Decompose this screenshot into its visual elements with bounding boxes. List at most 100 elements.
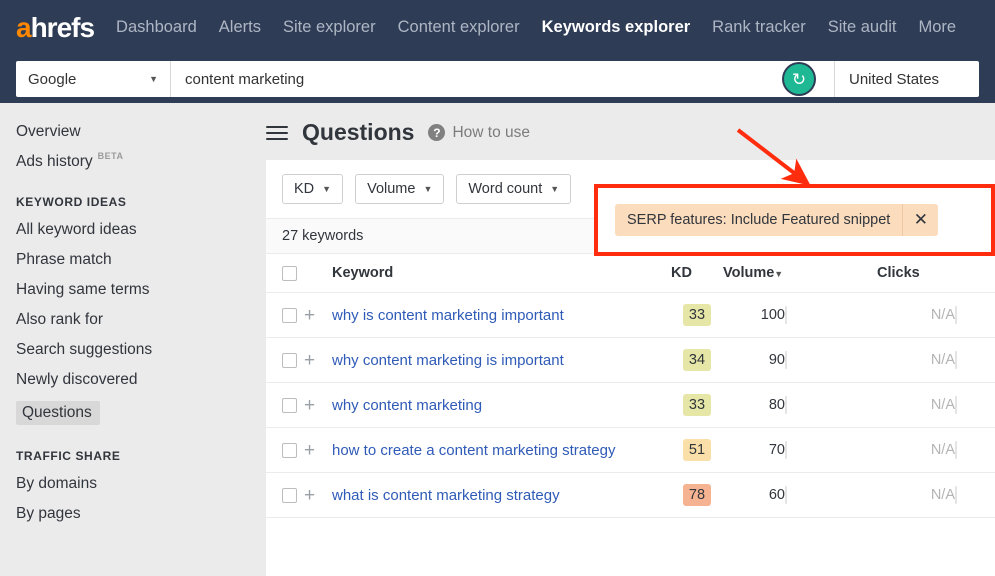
nav-item-dashboard[interactable]: Dashboard [116,18,197,37]
row-checkbox[interactable] [282,352,297,368]
sidebar-group-traffic-share: TRAFFIC SHARE [16,449,121,463]
row-kd-cell: 78 [671,472,723,518]
sidebar-item-phrase-match[interactable]: Phrase match [0,245,250,275]
sidebar-item-search-suggestions[interactable]: Search suggestions [0,335,250,365]
filter-volume-button[interactable]: Volume ▼ [355,174,445,204]
row-checkbox[interactable] [282,442,297,458]
plus-icon[interactable]: + [304,350,315,371]
clicks-bar [955,396,957,414]
sidebar-item-by-domains[interactable]: By domains [0,469,250,499]
clicks-bar [955,351,957,369]
keyword-link[interactable]: why content marketing [332,397,482,414]
row-clicks-cell: N/A [877,427,955,473]
volume-bar [785,351,787,369]
sidebar-item-all-keyword-ideas[interactable]: All keyword ideas [0,215,250,245]
hamburger-icon[interactable] [266,125,288,140]
serp-features-chip-label[interactable]: SERP features: Include Featured snippet [615,204,902,236]
clicks-bar [955,441,957,459]
row-clicks-cell: N/A [877,337,955,383]
row-keyword-cell: why content marketing is important [332,337,671,383]
sidebar-item-questions[interactable]: Questions [16,401,100,425]
search-input-wrap[interactable]: content marketing ↻ [171,61,834,97]
sidebar-item-label: Newly discovered [16,371,138,388]
beta-badge: BETA [97,151,124,161]
row-volume-cell: 70 [723,427,785,473]
row-checkbox[interactable] [282,397,297,413]
table-row[interactable]: + why is content marketing important 33 … [266,292,995,338]
row-expand-cell: + [304,427,332,473]
row-expand-cell: + [304,382,332,428]
sidebar-item-ads-history[interactable]: Ads history BETA [0,147,250,177]
how-to-use-link[interactable]: ? How to use [428,124,530,142]
plus-icon[interactable]: + [304,440,315,461]
row-checkbox[interactable] [282,307,297,323]
filter-label: Volume [367,181,416,197]
sidebar-item-label: All keyword ideas [16,221,137,238]
column-header-kd[interactable]: KD [671,254,723,293]
sidebar-item-label: Having same terms [16,281,150,298]
keyword-link[interactable]: why is content marketing important [332,307,564,324]
keyword-link[interactable]: what is content marketing strategy [332,487,560,504]
keyword-link[interactable]: how to create a content marketing strate… [332,442,615,459]
search-shell: Google ▼ content marketing ↻ United Stat… [16,61,979,97]
ahrefs-logo[interactable]: a hrefs [16,12,95,44]
refresh-icon[interactable]: ↻ [784,64,814,94]
sidebar-item-newly-discovered[interactable]: Newly discovered [0,365,250,395]
row-select-cell [266,472,304,518]
row-checkbox[interactable] [282,487,297,503]
kd-badge: 78 [682,484,712,506]
row-expand-cell: + [304,472,332,518]
table-row[interactable]: + what is content marketing strategy 78 … [266,472,995,518]
sidebar-item-overview[interactable]: Overview [0,117,250,147]
country-select[interactable]: United States [834,61,979,97]
select-all-checkbox[interactable] [282,265,297,281]
column-header-volume-label: Volume [723,265,775,281]
search-input[interactable]: content marketing [185,71,304,88]
row-select-cell [266,292,304,338]
keyword-link[interactable]: why content marketing is important [332,352,564,369]
question-mark-icon: ? [428,124,446,141]
plus-icon[interactable]: + [304,395,315,416]
table-header-row: Keyword KD Volume▼ Clicks [266,254,995,293]
search-engine-select[interactable]: Google ▼ [16,61,171,97]
nav-item-rank-tracker[interactable]: Rank tracker [712,18,806,37]
filter-kd-button[interactable]: KD ▼ [282,174,344,204]
plus-icon[interactable]: + [304,485,315,506]
row-volume-cell: 100 [723,292,785,338]
table-row[interactable]: + how to create a content marketing stra… [266,427,995,473]
row-volume-cell: 60 [723,472,785,518]
sidebar-item-having-same-terms[interactable]: Having same terms [0,275,250,305]
sidebar-item-by-pages[interactable]: By pages [0,499,250,529]
sort-descending-icon: ▼ [774,269,784,279]
nav-item-site-explorer[interactable]: Site explorer [283,18,376,37]
row-volume-bar-cell [785,427,877,473]
row-volume-bar-cell [785,292,877,338]
filter-label: KD [294,181,315,197]
row-kd-cell: 51 [671,427,723,473]
serp-features-chip[interactable]: SERP features: Include Featured snippet … [615,204,939,236]
plus-icon[interactable]: + [304,305,315,326]
sidebar-item-label: Ads history [16,153,93,170]
volume-bar [785,441,787,459]
filter-word-count-button[interactable]: Word count ▼ [456,174,572,204]
search-bar: Google ▼ content marketing ↻ United Stat… [0,55,995,103]
volume-bar-header [785,254,877,293]
chevron-down-icon: ▼ [423,184,433,194]
nav-item-alerts[interactable]: Alerts [219,18,261,37]
nav-item-keywords-explorer[interactable]: Keywords explorer [542,18,691,37]
column-header-keyword[interactable]: Keyword [332,254,671,293]
row-keyword-cell: what is content marketing strategy [332,472,671,518]
kd-badge: 51 [682,439,712,461]
nav-item-site-audit[interactable]: Site audit [828,18,897,37]
column-header-clicks[interactable]: Clicks [877,254,955,293]
nav-item-more[interactable]: More [919,18,957,37]
app-root: a hrefs Dashboard Alerts Site explorer Co… [0,0,995,576]
close-icon[interactable]: ✕ [902,204,938,236]
column-header-volume[interactable]: Volume▼ [723,254,785,293]
top-navbar: a hrefs Dashboard Alerts Site explorer Co… [0,0,995,55]
nav-item-content-explorer[interactable]: Content explorer [398,18,520,37]
sidebar-item-also-rank-for[interactable]: Also rank for [0,305,250,335]
row-keyword-cell: why is content marketing important [332,292,671,338]
table-row[interactable]: + why content marketing 33 80 N/A [266,382,995,428]
table-row[interactable]: + why content marketing is important 34 … [266,337,995,383]
